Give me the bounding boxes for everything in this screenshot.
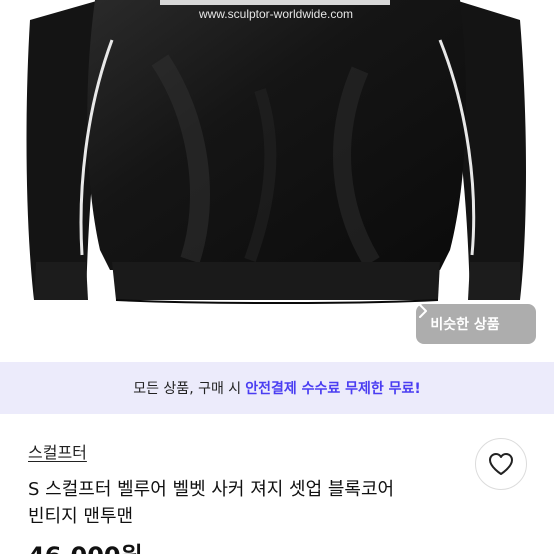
similar-products-button[interactable]: 비슷한 상품: [416, 304, 536, 344]
print-text: www.sculptor-worldwide.com: [198, 7, 353, 21]
wishlist-button[interactable]: [475, 438, 527, 490]
promo-banner[interactable]: 모든 상품, 구매 시 안전결제 수수료 무제한 무료!: [0, 362, 554, 414]
banner-prefix: 모든 상품, 구매 시: [133, 381, 242, 397]
product-price: 46,000원: [28, 536, 143, 554]
banner-highlight: 안전결제 수수료 무제한 무료!: [245, 381, 421, 397]
chevron-right-icon: [419, 304, 522, 331]
product-title-line1: S 스컬프터 벨루어 벨벳 사커 져지 셋업 블록코어: [28, 479, 395, 500]
similar-products-label: 비슷한 상품: [430, 317, 500, 333]
product-image[interactable]: www.sculptor-worldwide.com 비슷한 상품: [0, 0, 554, 362]
product-title: S 스컬프터 벨루어 벨벳 사커 져지 셋업 블록코어 빈티지 맨투맨: [28, 476, 448, 530]
heart-icon: [489, 453, 513, 475]
shop-name-link[interactable]: 스컬프터: [28, 439, 87, 463]
product-title-line2: 빈티지 맨투맨: [28, 506, 134, 527]
